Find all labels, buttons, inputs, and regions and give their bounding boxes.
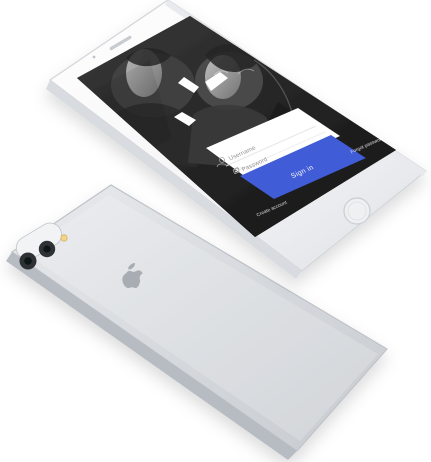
phone-scene [6,0,428,460]
product-mockup: Username Password Sign in Create account… [0,0,431,462]
flash-icon [60,234,68,242]
front-camera [92,55,96,59]
